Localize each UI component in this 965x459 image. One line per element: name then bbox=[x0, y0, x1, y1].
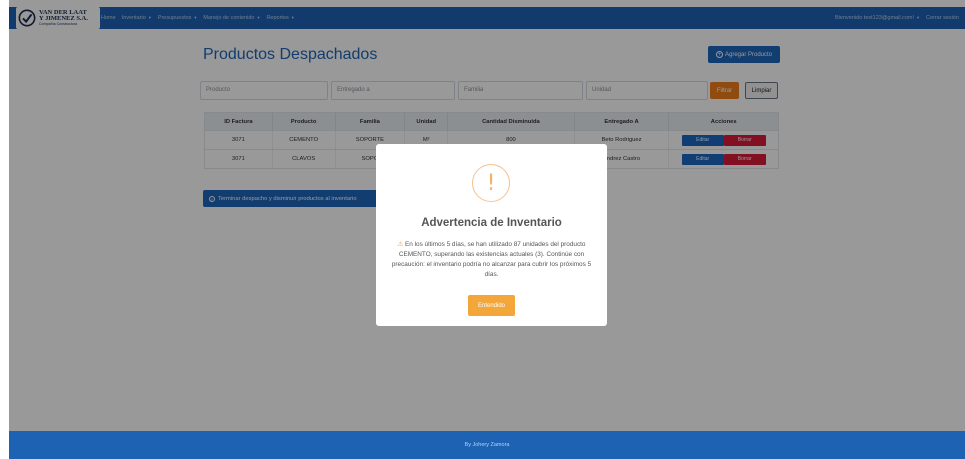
inventory-warning-dialog: ! Advertencia de Inventario ⚠ En los últ… bbox=[376, 144, 607, 326]
footer-credit: By Johery Zamora bbox=[464, 442, 510, 448]
dialog-message: ⚠ En los últimos 5 días, se han utilizad… bbox=[388, 240, 595, 280]
dialog-message-text: En los últimos 5 días, se han utilizado … bbox=[391, 241, 592, 278]
warning-circle-icon: ! bbox=[472, 164, 510, 202]
dialog-title: Advertencia de Inventario bbox=[421, 217, 562, 229]
footer: By Johery Zamora bbox=[9, 431, 965, 459]
warning-triangle-icon: ⚠ bbox=[397, 241, 404, 248]
app-root: VAN DER LAAT Y JIMENEZ S.A. Compañía Con… bbox=[0, 0, 965, 459]
understood-button[interactable]: Entendido bbox=[468, 295, 515, 316]
